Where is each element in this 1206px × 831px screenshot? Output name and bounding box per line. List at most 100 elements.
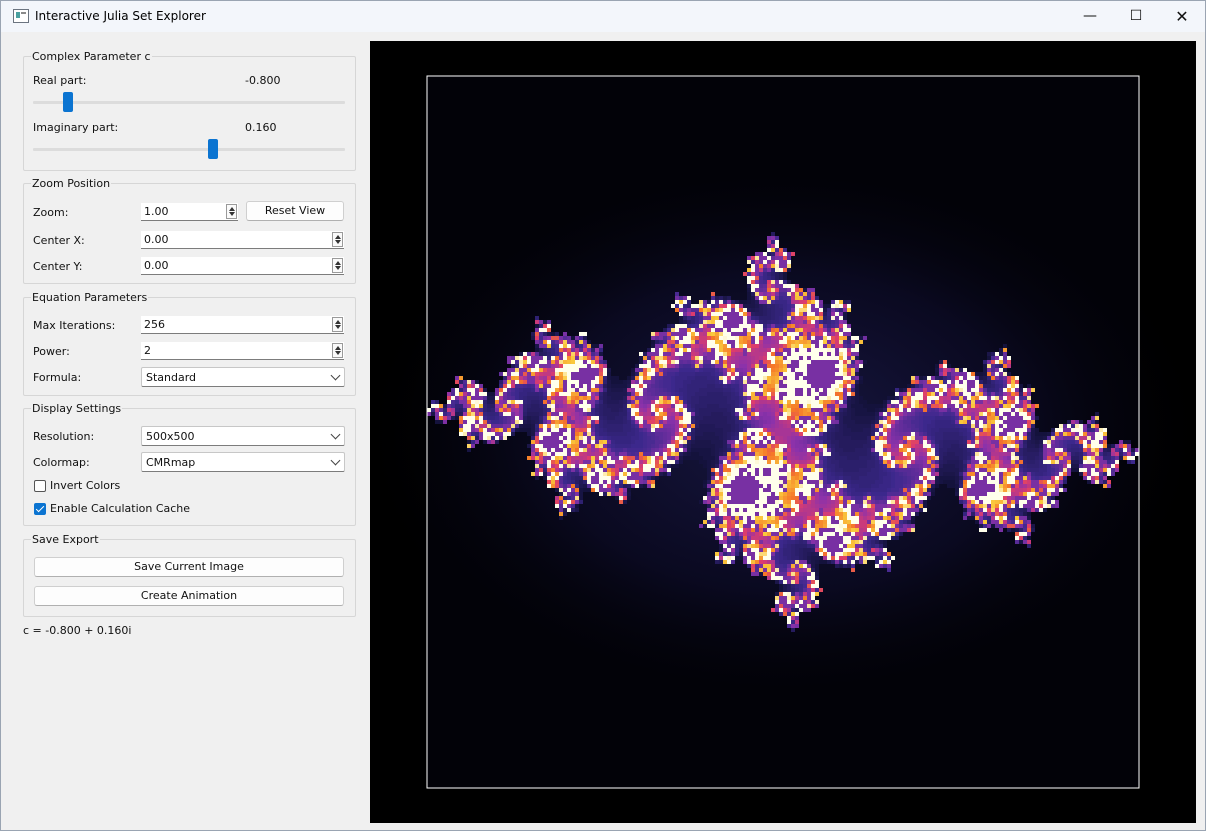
colormap-dropdown[interactable]: CMRmap: [141, 452, 345, 472]
chevron-up-icon[interactable]: [335, 320, 341, 324]
chevron-down-icon[interactable]: [335, 240, 341, 244]
fractal-pixel: [1103, 432, 1107, 436]
fractal-pixel: [531, 356, 535, 360]
minimize-button[interactable]: —: [1067, 1, 1113, 32]
fractal-pixel: [543, 372, 547, 376]
real-part-slider-track[interactable]: [33, 101, 345, 104]
fractal-pixel: [727, 364, 731, 368]
fractal-pixel: [547, 452, 551, 456]
fractal-pixel: [743, 328, 747, 332]
fractal-pixel: [515, 384, 519, 388]
spin-arrows[interactable]: [332, 232, 343, 247]
fractal-pixel: [863, 400, 867, 404]
chevron-up-icon[interactable]: [335, 261, 341, 265]
invert-colors-checkbox[interactable]: [34, 480, 46, 492]
fractal-pixel: [811, 304, 815, 308]
save-image-button[interactable]: Save Current Image: [34, 557, 344, 577]
fractal-pixel: [595, 424, 599, 428]
fractal-pixel: [755, 320, 759, 324]
imaginary-part-slider-track[interactable]: [33, 148, 345, 151]
fractal-pixel: [751, 412, 755, 416]
fractal-pixel: [683, 356, 687, 360]
fractal-pixel: [523, 376, 527, 380]
fractal-pixel: [939, 424, 943, 428]
fractal-pixel: [883, 424, 887, 428]
fractal-pixel: [723, 308, 727, 312]
fractal-pixel: [611, 404, 615, 408]
fractal-pixel: [579, 340, 583, 344]
calculation-cache-checkbox[interactable]: [34, 503, 46, 515]
chevron-up-icon[interactable]: [335, 346, 341, 350]
fractal-pixel: [783, 260, 787, 264]
fractal-pixel: [763, 324, 767, 328]
calculation-cache-label[interactable]: Enable Calculation Cache: [50, 502, 190, 515]
fractal-pixel: [543, 324, 547, 328]
spin-arrows[interactable]: [332, 317, 343, 332]
fractal-pixel: [815, 348, 819, 352]
fractal-pixel: [999, 456, 1003, 460]
power-spinbox[interactable]: 2: [141, 342, 344, 360]
fractal-pixel: [575, 448, 579, 452]
spin-arrows[interactable]: [226, 204, 237, 219]
fractal-pixel: [543, 384, 547, 388]
fractal-pixel: [559, 396, 563, 400]
fractal-pixel: [883, 404, 887, 408]
fractal-pixel: [787, 256, 791, 260]
fractal-pixel: [1071, 468, 1075, 472]
fractal-pixel: [775, 384, 779, 388]
fractal-pixel: [1023, 400, 1027, 404]
julia-set-canvas[interactable]: [370, 41, 1196, 823]
reset-view-button[interactable]: Reset View: [246, 201, 344, 221]
close-button[interactable]: ✕: [1159, 1, 1205, 32]
zoom-spinbox[interactable]: 1.00: [141, 203, 238, 221]
fractal-pixel: [551, 460, 555, 464]
fractal-pixel: [883, 408, 887, 412]
fractal-pixel: [731, 368, 735, 372]
fractal-pixel: [923, 396, 927, 400]
fractal-pixel: [611, 448, 615, 452]
fractal-pixel: [723, 396, 727, 400]
imaginary-part-slider-handle[interactable]: [208, 139, 219, 159]
fractal-pixel: [527, 400, 531, 404]
fractal-pixel: [699, 324, 703, 328]
chevron-down-icon[interactable]: [335, 351, 341, 355]
julia-set-plot[interactable]: [370, 41, 1196, 823]
fractal-pixel: [959, 432, 963, 436]
chevron-down-icon[interactable]: [229, 212, 235, 216]
chevron-down-icon[interactable]: [335, 325, 341, 329]
fractal-pixel: [575, 392, 579, 396]
fractal-pixel: [531, 408, 535, 412]
fractal-pixel: [971, 372, 975, 376]
fractal-pixel: [743, 356, 747, 360]
fractal-pixel: [907, 424, 911, 428]
real-part-slider-handle[interactable]: [63, 92, 74, 112]
invert-colors-label[interactable]: Invert Colors: [50, 479, 120, 492]
fractal-pixel: [587, 380, 591, 384]
fractal-pixel: [1063, 440, 1067, 444]
center-y-spinbox[interactable]: 0.00: [141, 257, 344, 275]
spin-arrows[interactable]: [332, 258, 343, 273]
fractal-pixel: [683, 376, 687, 380]
create-animation-button[interactable]: Create Animation: [34, 586, 344, 606]
spin-arrows[interactable]: [332, 343, 343, 358]
fractal-pixel: [719, 432, 723, 436]
fractal-pixel: [559, 392, 563, 396]
title-bar[interactable]: Interactive Julia Set Explorer — ☐ ✕: [1, 1, 1205, 32]
fractal-pixel: [827, 388, 831, 392]
chevron-up-icon[interactable]: [335, 235, 341, 239]
maximize-button[interactable]: ☐: [1113, 1, 1159, 32]
max-iterations-spinbox[interactable]: 256: [141, 316, 344, 334]
chevron-up-icon[interactable]: [229, 207, 235, 211]
fractal-pixel: [819, 436, 823, 440]
center-x-spinbox[interactable]: 0.00: [141, 231, 344, 249]
formula-dropdown[interactable]: Standard: [141, 367, 345, 387]
fractal-pixel: [947, 464, 951, 468]
resolution-dropdown[interactable]: 500x500: [141, 426, 345, 446]
chevron-down-icon[interactable]: [335, 266, 341, 270]
fractal-pixel: [795, 304, 799, 308]
fractal-pixel: [1103, 444, 1107, 448]
fractal-pixel: [967, 396, 971, 400]
fractal-pixel: [1031, 424, 1035, 428]
fractal-pixel: [767, 324, 771, 328]
fractal-pixel: [783, 464, 787, 468]
